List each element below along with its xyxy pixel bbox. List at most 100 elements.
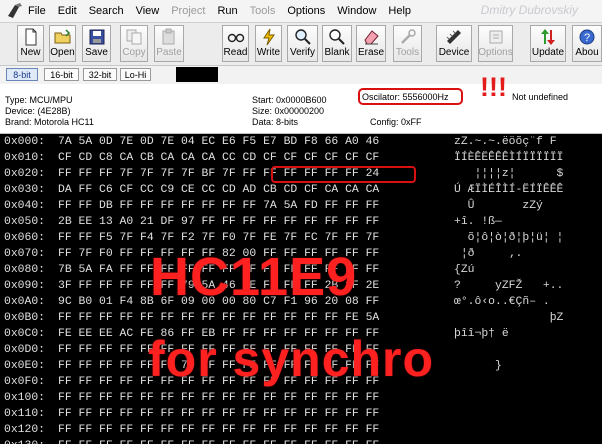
write-button[interactable]: Write <box>255 25 282 62</box>
hex-row-ascii: þZ <box>454 312 564 324</box>
menu-search[interactable]: Search <box>89 5 124 17</box>
hex-row-address: 0x120: <box>4 424 46 436</box>
open-button[interactable]: Open <box>49 25 76 62</box>
menu-edit[interactable]: Edit <box>58 5 77 17</box>
hex-row: 0x110: FF FF FF FF FF FF FF FF FF FF FF F… <box>4 406 563 422</box>
hex-row: 0x050: 2B EE 13 A0 21 DF 97 FF FF FF FF F… <box>4 214 563 230</box>
tools-icon <box>400 29 416 44</box>
hex-row: 0x0B0: FF FF FF FF FF FF FF FF FF FF FF F… <box>4 310 563 326</box>
hex-row-address: 0x000: <box>4 136 46 148</box>
hex-row-ascii <box>454 374 563 390</box>
hex-row-bytes[interactable]: DA FF C6 CF CC C9 CE CC CD AD CB CD CF C… <box>58 182 454 198</box>
hex-row-bytes[interactable]: FF FF FF FF FF FF FF FF FF FF FF FF FF F… <box>58 422 454 438</box>
hex-row-address: 0x0E0: <box>4 360 46 372</box>
hex-row-address: 0x100: <box>4 392 46 404</box>
hex-row-ascii: ? yZFŽ +.. <box>454 280 564 292</box>
menu-file[interactable]: File <box>28 5 46 17</box>
hex-row-bytes[interactable]: 7A 5A 0D 7E 0D 7E 04 EC E6 F5 E7 BD F8 6… <box>58 134 454 150</box>
hex-row-ascii: zZ.~.~.ëöõç¨f F <box>454 136 557 148</box>
save-disk-icon <box>89 29 104 45</box>
menu-window[interactable]: Window <box>337 5 376 17</box>
hex-row-ascii <box>454 390 563 406</box>
hex-row-address: 0x0F0: <box>4 376 46 388</box>
size-label: Size: 0x00000200 <box>252 106 325 116</box>
data-width-label: Data: 8-bits <box>252 117 299 127</box>
hex-row-bytes[interactable]: FF FF F5 7F F4 7F F2 7F F0 7F FE 7F FC 7… <box>58 230 454 246</box>
tools-button[interactable]: Tools <box>393 25 422 62</box>
hex-row: 0x100: FF FF FF FF FF FF FF FF FF FF FF F… <box>4 390 563 406</box>
copy-icon <box>126 29 142 45</box>
hex-row-address: 0x020: <box>4 168 46 180</box>
verify-button[interactable]: Verify <box>287 25 318 62</box>
toolbar: New Open Save Copy Paste Read Write Veri… <box>0 23 602 66</box>
hex-row: 0x040: FF FF DB FF FF FF FF FF FF FF 7A 5… <box>4 198 563 214</box>
hex-row: 0x000: 7A 5A 0D 7E 0D 7E 04 EC E6 F5 E7 B… <box>4 134 557 150</box>
read-glasses-icon <box>227 33 244 43</box>
menu-options[interactable]: Options <box>287 5 325 17</box>
svg-text:?: ? <box>584 32 590 44</box>
hex-row-address: 0x090: <box>4 280 46 292</box>
hex-row-ascii <box>454 406 563 422</box>
hex-row-bytes[interactable]: FF FF DB FF FF FF FF FF FF FF 7A 5A FD F… <box>58 198 454 214</box>
hex-row: 0x010: CF CD C8 CA CB CA CA CA CC CD CF C… <box>4 150 563 166</box>
device-label: Device: (4E28B) <box>5 106 71 116</box>
device-chip-icon <box>446 30 461 44</box>
mode-8bit-tab[interactable]: 8-bit <box>6 68 38 81</box>
ff-bytes-highlight-box <box>271 166 416 183</box>
options-icon <box>489 30 502 44</box>
mode-16bit-tab[interactable]: 16-bit <box>44 68 79 81</box>
save-button[interactable]: Save <box>82 25 111 62</box>
hex-row-ascii: {Zú <box>454 264 564 276</box>
hex-row-address: 0x070: <box>4 248 46 260</box>
paste-button[interactable]: Paste <box>154 25 184 62</box>
hex-row-address: 0x110: <box>4 408 46 420</box>
hex-row-address: 0x0B0: <box>4 312 46 324</box>
overlay-purpose-label: for synchro <box>148 331 435 387</box>
about-help-icon: ? <box>579 29 595 45</box>
hex-row-ascii: } <box>454 360 564 372</box>
hex-row-bytes[interactable]: 2B EE 13 A0 21 DF 97 FF FF FF FF FF FF F… <box>58 214 454 230</box>
hex-row-address: 0x0D0: <box>4 344 46 356</box>
mode-bar: 8-bit 16-bit 32-bit Lo-Hi <box>0 66 602 84</box>
hex-row-bytes[interactable]: CF CD C8 CA CB CA CA CA CC CD CF CF CF C… <box>58 150 454 166</box>
blank-check-icon <box>329 29 345 45</box>
hex-row-ascii: ¦ð ‚. <box>454 248 564 260</box>
erase-button[interactable]: Erase <box>356 25 386 62</box>
mode-32bit-tab[interactable]: 32-bit <box>83 68 117 81</box>
hex-row-bytes[interactable]: FF FF FF FF FF FF FF FF FF FF FF FF FF F… <box>58 406 454 422</box>
hex-row-ascii <box>454 342 563 358</box>
hex-row-bytes[interactable]: FF FF FF FF FF FF FF FF FF FF FF FF FF F… <box>58 390 454 406</box>
menu-help[interactable]: Help <box>388 5 411 17</box>
hex-row-address: 0x050: <box>4 216 46 228</box>
menu-view[interactable]: View <box>136 5 160 17</box>
menu-project[interactable]: Project <box>171 5 205 17</box>
hex-row: 0x030: DA FF C6 CF CC C9 CE CC CD AD CB C… <box>4 182 563 198</box>
new-button[interactable]: New <box>17 25 44 62</box>
about-button[interactable]: ? Abou <box>572 25 602 62</box>
hex-row-address: 0x040: <box>4 200 46 212</box>
hex-row-ascii: ¦¦¦¦z¦ $ <box>454 168 564 180</box>
device-button[interactable]: Device <box>436 25 472 62</box>
menu-tools[interactable]: Tools <box>250 5 276 17</box>
menu-run[interactable]: Run <box>217 5 237 17</box>
hex-dump-pane[interactable]: 0x000: 7A 5A 0D 7E 0D 7E 04 EC E6 F5 E7 B… <box>0 134 602 444</box>
verify-magnifier-icon <box>294 29 311 45</box>
hex-row-bytes[interactable]: FF FF FF FF FF FF FF FF FF FF FF FF FF F… <box>58 310 454 326</box>
hex-row-address: 0x060: <box>4 232 46 244</box>
hex-row-ascii: œ°.ô‹o..€Çñ– . <box>454 296 557 308</box>
hex-row-bytes[interactable]: FF FF FF FF FF FF FF FF FF FF FF FF FF F… <box>58 438 454 444</box>
hex-row-ascii: Û zZý <box>454 200 564 212</box>
read-button[interactable]: Read <box>222 25 249 62</box>
update-arrows-icon <box>541 29 555 45</box>
hex-row: 0x120: FF FF FF FF FF FF FF FF FF FF FF F… <box>4 422 563 438</box>
hex-row-ascii: õ¦ô¦ò¦ð¦þ¦ü¦ ¦ <box>454 232 564 244</box>
paste-icon <box>162 28 175 45</box>
mode-lohi-tab[interactable]: Lo-Hi <box>120 68 151 81</box>
copy-button[interactable]: Copy <box>120 25 148 62</box>
blank-button[interactable]: Blank <box>322 25 352 62</box>
oscillator-highlight-box <box>358 88 463 105</box>
hex-row-ascii <box>454 438 563 444</box>
options-button[interactable]: Options <box>478 25 513 62</box>
update-button[interactable]: Update <box>530 25 566 62</box>
hex-row: 0x130:FF FF FF FF FF FF FF FF FF FF FF F… <box>4 438 563 444</box>
